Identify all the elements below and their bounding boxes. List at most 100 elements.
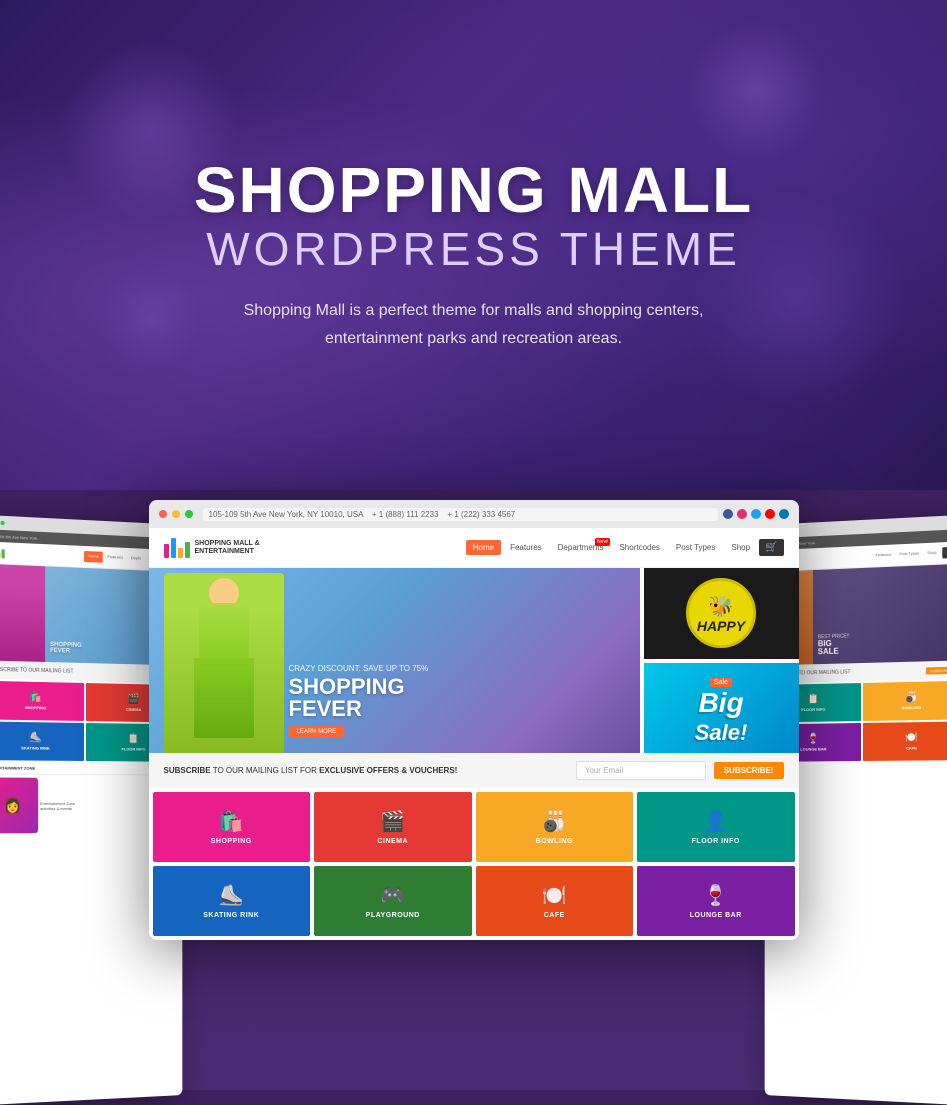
- bee-emoji: 🐝: [709, 594, 734, 619]
- big-sale-text: BigSale!: [695, 689, 748, 745]
- playground-label: PLAYGROUND: [366, 912, 420, 919]
- floor-info-icon: 👤: [703, 809, 728, 834]
- side-bottom-image: 👩: [0, 777, 38, 833]
- browser-dot-yellow: [172, 510, 180, 518]
- side-floor-icon: 📋: [128, 734, 140, 745]
- cinema-label: CINEMA: [377, 838, 408, 845]
- sale-subtext: Sale!: [695, 720, 748, 745]
- side-cinema-icon: 🎬: [128, 694, 140, 705]
- side-subscribe-btn: SUBSCRIBE: [926, 666, 947, 674]
- screen-main: 105-109 5th Ave New York, NY 10010, USA …: [149, 500, 799, 940]
- r-bowling-icon: 🎳: [905, 692, 918, 703]
- browser-dot-red: [159, 510, 167, 518]
- slider-person-image: [164, 573, 284, 753]
- logo-bar-4: [185, 542, 190, 558]
- slider-text-area: CRAZY DISCOUNT: SAVE UP TO 75% SHOPPINGF…: [289, 664, 630, 738]
- side-shopping-icon: 🛍️: [29, 692, 42, 703]
- browser-bar: 105-109 5th Ave New York, NY 10010, USA …: [149, 500, 799, 528]
- social-icons: [723, 509, 789, 519]
- nav-shortcodes[interactable]: Shortcodes: [612, 540, 666, 555]
- nav-badge: New!: [595, 538, 610, 546]
- nav-post-types[interactable]: Post Types: [669, 540, 722, 555]
- side-slider-image-left: [0, 564, 45, 662]
- nav-menu: Home Features Departments New! Shortcode…: [466, 539, 784, 556]
- phone2-text: + 1 (222) 333 4567: [447, 510, 515, 519]
- lounge-label: LOUNGE BAR: [690, 912, 742, 919]
- skating-label: SKATING RINK: [203, 912, 259, 919]
- cafe-label: CAFE: [544, 912, 565, 919]
- big-sale-content: Sale BigSale!: [695, 671, 748, 745]
- bee-happy-content: 🐝 HAPPY: [676, 573, 766, 653]
- browser-address-bar: 105-109 5th Ave New York, NY 10010, USA …: [203, 508, 718, 521]
- lounge-icon: 🍷: [703, 883, 728, 908]
- subscribe-text: SUBSCRIBE TO OUR MAILING LIST FOR EXCLUS…: [164, 766, 568, 775]
- slider-big-text: SHOPPINGFEVER: [289, 676, 630, 720]
- bowling-icon: 🎳: [542, 809, 567, 834]
- side-nav-depts: Depts: [128, 553, 144, 565]
- dept-tile-bowling[interactable]: 🎳 BOWLING: [476, 792, 634, 862]
- dept-tile-shopping[interactable]: 🛍️ SHOPPING: [153, 792, 311, 862]
- side-floor-label: FLOOR INFO: [122, 746, 146, 751]
- slider-learn-more-button[interactable]: LEARN MORE: [289, 726, 345, 738]
- department-grid: 🛍️ SHOPPING 🎬 CINEMA 🎳 BOWLING 👤 FLOOR I…: [149, 788, 799, 940]
- dept-tile-cinema[interactable]: 🎬 CINEMA: [314, 792, 472, 862]
- side-shopping-label: SHOPPING: [25, 705, 46, 710]
- side-cinema-label: CINEMA: [126, 707, 141, 712]
- nav-logo: SHOPPING MALL &ENTERTAINMENT: [164, 538, 260, 558]
- r-floor-label: FLOOR INFO: [801, 707, 825, 712]
- side-nav-home: Home: [84, 551, 102, 563]
- dept-tile-playground[interactable]: 🎮 PLAYGROUND: [314, 866, 472, 936]
- side-right-slider-text: BEST PRICE!! BIGSALE: [818, 630, 947, 656]
- r-tile-bowling: 🎳 BOWLING: [863, 681, 947, 721]
- nav-cart-button[interactable]: 🛒: [759, 539, 783, 556]
- dept-tile-skating[interactable]: ⛸️ SKATING RINK: [153, 866, 311, 936]
- nav-features[interactable]: Features: [503, 540, 549, 555]
- side-nav-features: Features: [105, 552, 126, 564]
- logo-bar-yellow: [0, 552, 1, 558]
- address-text: 105-109 5th Ave New York, NY 10010, USA: [209, 510, 363, 519]
- side-subscribe-text-left: SUBSCRIBE TO OUR MAILING LIST: [0, 667, 74, 675]
- dept-tile-floor-info[interactable]: 👤 FLOOR INFO: [637, 792, 795, 862]
- hero-title-main: SHOPPING MALL: [194, 158, 753, 222]
- bokeh-decoration-2: [100, 270, 200, 370]
- twitter-icon: [751, 509, 761, 519]
- big-sale-panel: Sale BigSale!: [644, 663, 799, 754]
- logo-icon: [164, 538, 190, 558]
- side-menu-right: Features Post Types Shop 🛒: [873, 547, 947, 562]
- logo-bar-3: [178, 548, 183, 558]
- bokeh-decoration-1: [687, 20, 827, 160]
- side-skating-label: SKATING RINK: [21, 745, 50, 750]
- side-tile-skating: ⛸️ SKATING RINK: [0, 721, 84, 761]
- phone1-text: + 1 (888) 111 2233: [372, 510, 439, 519]
- subscribe-email-input[interactable]: Your Email: [576, 761, 706, 780]
- bee-happy-panel: 🐝 HAPPY: [644, 568, 799, 659]
- slider-main: CRAZY DISCOUNT: SAVE UP TO 75% SHOPPINGF…: [149, 568, 640, 753]
- bee-circle: 🐝 HAPPY: [686, 578, 756, 648]
- subscribe-button[interactable]: SUBSCRIBE!: [714, 762, 784, 779]
- cinema-icon: 🎬: [380, 809, 405, 834]
- dept-tile-cafe[interactable]: 🍽️ CAFE: [476, 866, 634, 936]
- dept-tile-lounge[interactable]: 🍷 LOUNGE BAR: [637, 866, 795, 936]
- nav-home[interactable]: Home: [466, 540, 501, 555]
- side-logo-left: [0, 547, 5, 559]
- subscribe-text-bold: SUBSCRIBE: [164, 766, 211, 775]
- slider-discount-text: CRAZY DISCOUNT: SAVE UP TO 75%: [289, 664, 630, 673]
- r-nav-post: Post Types: [896, 548, 922, 560]
- subscribe-bar: SUBSCRIBE TO OUR MAILING LIST FOR EXCLUS…: [149, 753, 799, 788]
- nav-shop[interactable]: Shop: [724, 540, 757, 555]
- slider-side-panels: 🐝 HAPPY Sale BigSale!: [644, 568, 799, 753]
- instagram-icon: [737, 509, 747, 519]
- hero-title-sub: WORDPRESS THEME: [206, 222, 741, 277]
- logo-bar-green: [2, 549, 5, 558]
- floor-info-label: FLOOR INFO: [692, 838, 740, 845]
- linkedin-icon: [779, 509, 789, 519]
- sale-new-badge: Sale: [710, 678, 732, 687]
- r-cafe-icon: 🍽️: [905, 732, 918, 743]
- browser-dot-green: [185, 510, 193, 518]
- screens-container: 105-109 5th Ave New York Home Features D…: [0, 490, 947, 1090]
- nav-departments[interactable]: Departments New!: [551, 540, 611, 555]
- side-address-left: 105-109 5th Ave New York: [0, 533, 37, 540]
- r-bowling-label: BOWLING: [902, 705, 921, 710]
- r-lounge-label: LOUNGE BAR: [800, 746, 826, 751]
- shopping-label: SHOPPING: [211, 838, 252, 845]
